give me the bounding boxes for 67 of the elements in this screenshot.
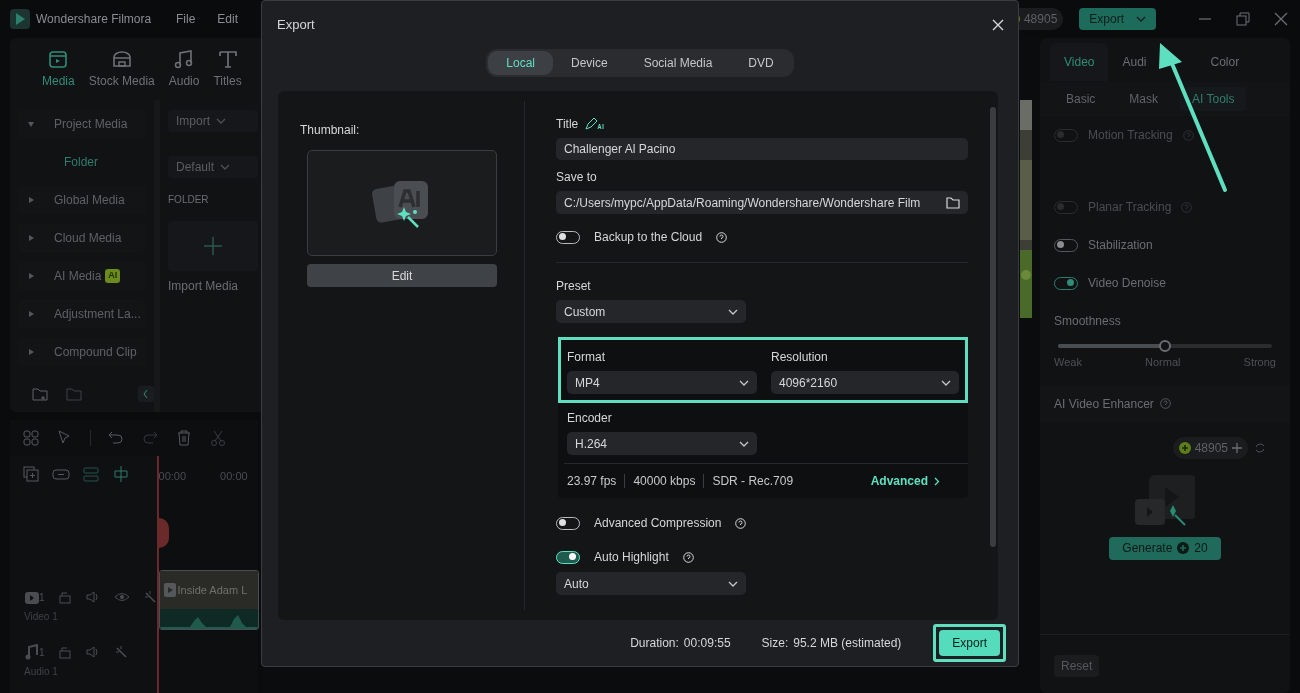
field-label: Title (556, 116, 579, 133)
menu-item[interactable]: File (176, 10, 196, 28)
import-dropdown[interactable]: Import (168, 110, 258, 132)
slider-tick-label: Weak (1054, 355, 1082, 370)
feature-label: Motion Tracking (1088, 127, 1173, 144)
resolution-dropdown[interactable]: 4096*2160 (771, 371, 959, 394)
field-label: Resolution (771, 349, 829, 366)
export-tab[interactable]: Social Media (625, 51, 731, 75)
size-value: 95.2 MB (estimated) (793, 635, 902, 652)
slider-tick-label: Strong (1243, 355, 1276, 370)
feature-label: Video Denoise (1088, 275, 1166, 292)
field-label: Encoder (567, 410, 613, 427)
clip-title: Inside Adam L (177, 582, 248, 598)
size-text: Size: (761, 635, 789, 652)
format-dropdown[interactable]: MP4 (567, 371, 757, 394)
panel-tab[interactable]: Video (1050, 43, 1109, 81)
dialog-title: Export (277, 16, 315, 35)
spec-text: SDR - Rec.709 (712, 473, 794, 490)
title-field[interactable]: Challenger Al Pacino (556, 138, 968, 160)
toggle-label: Auto Highlight (594, 549, 669, 566)
export-tab[interactable]: DVD (730, 51, 792, 75)
export-tab[interactable]: Device (552, 51, 626, 75)
credits-badge: 48905 (1172, 436, 1248, 459)
thumbnail-label: Thumbnail: (300, 122, 361, 139)
feature-label: Stabilization (1088, 237, 1153, 254)
media-tab[interactable]: Media (38, 48, 79, 90)
ruler-time: 00:00 (158, 469, 187, 484)
advanced-link[interactable]: Advanced (870, 472, 940, 490)
menu-item[interactable]: Edit (217, 10, 239, 28)
spec-text: 23.97 fps (567, 473, 617, 490)
highlight-dropdown[interactable]: Auto (556, 572, 746, 595)
sub-tab[interactable]: Basic (1054, 87, 1108, 111)
app-title: Wondershare Filmora (36, 11, 152, 28)
duration-text: Duration: (630, 635, 679, 652)
field-label: Format (567, 349, 606, 366)
toggle-label: Backup to the Cloud (594, 229, 703, 246)
export-tab[interactable]: Local (488, 51, 553, 75)
toggle-label: Advanced Compression (594, 515, 722, 532)
save-path-field[interactable]: C:/Users/mypc/AppData/Roaming/Wondershare/Wondershare Film (556, 191, 968, 214)
ruler-time: 00:00 (220, 469, 248, 484)
spec-text: 40000 kbps (633, 473, 696, 490)
preset-dropdown[interactable]: Custom (556, 300, 746, 323)
sort-dropdown[interactable]: Default (168, 156, 258, 178)
panel-tab[interactable]: Color (1196, 43, 1254, 81)
reset-button[interactable]: Reset (1054, 655, 1100, 677)
video-clip[interactable]: Inside Adam L (158, 570, 259, 630)
section-title: AI Video Enhancer (1054, 395, 1154, 413)
panel-tab[interactable]: Audi (1108, 43, 1161, 81)
generate-button[interactable]: Generate 20 (1109, 536, 1221, 560)
tile-caption: Import Media (168, 278, 240, 295)
media-tab[interactable]: Audio (164, 48, 204, 90)
sidebar-item[interactable]: Folder (18, 148, 146, 176)
media-tab[interactable]: Stock Media (84, 48, 159, 90)
sub-tab[interactable]: AI Tools (1180, 87, 1247, 111)
media-tab[interactable]: Titles (209, 48, 246, 90)
sub-tab[interactable]: Mask (1117, 87, 1170, 111)
encoder-dropdown[interactable]: H.264 (567, 432, 757, 455)
edit-button[interactable]: Edit (307, 264, 497, 287)
duration-value: 00:09:55 (683, 635, 731, 652)
field-label: Save to (556, 169, 598, 186)
export-button[interactable]: Export (1079, 8, 1156, 30)
section-label: FOLDER (168, 193, 210, 207)
ai-badge: AI (105, 269, 121, 283)
feature-label: Planar Tracking (1088, 199, 1172, 216)
slider-label: Smoothness (1054, 313, 1122, 330)
slider-tick-label: Normal (1145, 355, 1181, 370)
field-label: Preset (556, 278, 592, 295)
